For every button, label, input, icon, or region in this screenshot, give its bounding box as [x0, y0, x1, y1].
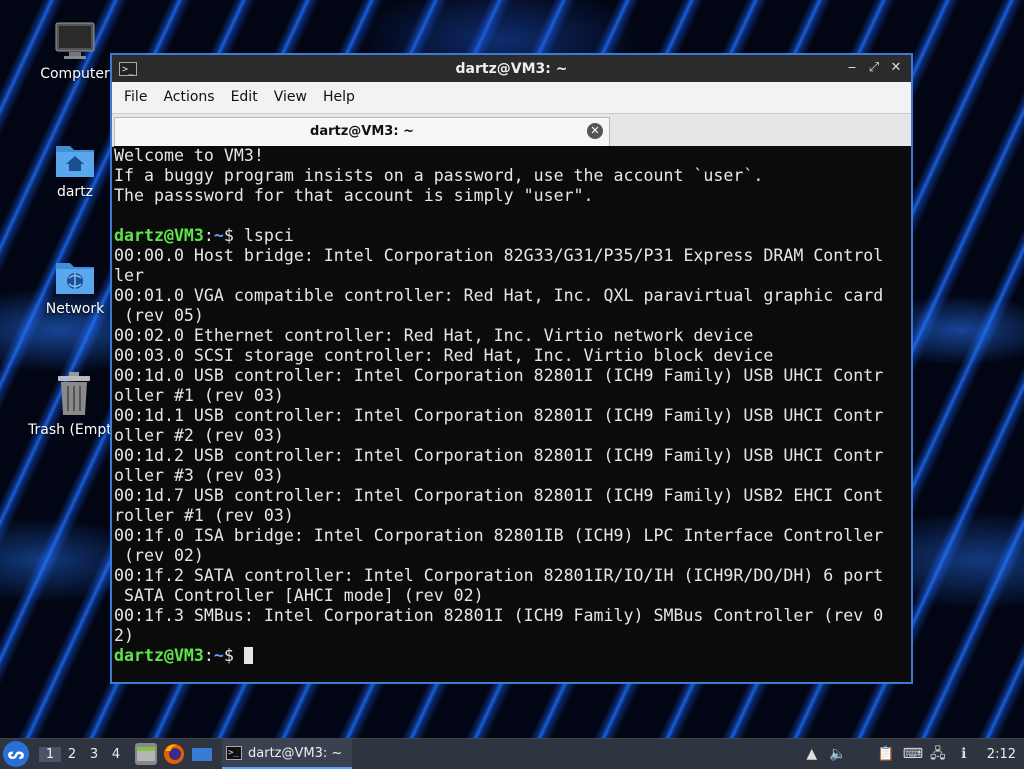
firefox-icon[interactable] [163, 743, 185, 765]
terminal-app-icon: >_ [119, 61, 137, 76]
prompt-sep: : [203, 646, 214, 665]
output-line: 00:03.0 SCSI storage controller: Red Hat… [114, 346, 774, 365]
tab-bar: dartz@VM3: ~ ✕ [112, 114, 911, 147]
workspace-2[interactable]: 2 [61, 747, 83, 762]
output-line: 00:1f.0 ISA bridge: Intel Corporation 82… [114, 526, 884, 545]
prompt-user: dartz@VM3 [114, 226, 204, 245]
prompt-sep: : [203, 226, 214, 245]
welcome-line: The passsword for that account is simply… [114, 186, 594, 205]
file-manager-icon[interactable] [135, 743, 157, 765]
output-line: 00:1d.1 USB controller: Intel Corporatio… [114, 406, 884, 425]
task-label: dartz@VM3: ~ [248, 745, 343, 761]
prompt-dollar: $ [223, 646, 244, 665]
output-line: (rev 02) [114, 546, 204, 565]
terminal-icon: >_ [226, 746, 242, 760]
output-line: roller #1 (rev 03) [114, 506, 294, 525]
output-line: 00:1d.0 USB controller: Intel Corporatio… [114, 366, 884, 385]
volume-icon[interactable]: 🔈 [829, 745, 847, 763]
terminal-output[interactable]: Welcome to VM3! If a buggy program insis… [114, 146, 911, 682]
tab-label: dartz@VM3: ~ [310, 124, 414, 139]
maximize-button[interactable]: ⤢ [865, 59, 883, 77]
output-line: oller #3 (rev 03) [114, 466, 284, 485]
keyboard-icon[interactable]: ⌨ [903, 745, 923, 763]
window-titlebar[interactable]: >_ dartz@VM3: ~ ‒ ⤢ ✕ [112, 55, 911, 82]
menu-view[interactable]: View [266, 82, 315, 113]
menu-file[interactable]: File [116, 82, 155, 113]
update-notifier-icon[interactable]: ℹ [955, 745, 973, 763]
taskbar: ᔕ 1 2 3 4 >_ dartz@VM3: ~ ▲ 🔈 📋 ⌨ 🖧 ℹ 2:… [0, 738, 1024, 769]
output-line: SATA Controller [AHCI mode] (rev 02) [114, 586, 484, 605]
output-line: 00:1d.2 USB controller: Intel Corporatio… [114, 446, 884, 465]
workspace-3[interactable]: 3 [83, 747, 105, 762]
output-line: 2) [114, 626, 134, 645]
clipboard-icon[interactable]: 📋 [877, 745, 895, 763]
welcome-line: Welcome to VM3! [114, 146, 264, 165]
prompt-dollar: $ [223, 226, 244, 245]
output-line: 00:1f.2 SATA controller: Intel Corporati… [114, 566, 884, 585]
menu-help[interactable]: Help [315, 82, 363, 113]
command-text: lspci [243, 226, 294, 245]
show-desktop-icon[interactable] [191, 743, 213, 765]
tab-terminal[interactable]: dartz@VM3: ~ ✕ [114, 117, 610, 146]
minimize-button[interactable]: ‒ [843, 59, 861, 77]
network-icon[interactable]: 🖧 [929, 745, 947, 763]
system-tray: ▲ 🔈 📋 ⌨ 🖧 ℹ 2:12 [803, 745, 1024, 763]
output-line: 00:01.0 VGA compatible controller: Red H… [114, 286, 884, 305]
prompt-path: ~ [213, 646, 224, 665]
prompt-user: dartz@VM3 [114, 646, 204, 665]
monitor-icon [55, 22, 95, 60]
output-line: ler [114, 266, 144, 285]
menu-actions[interactable]: Actions [155, 82, 222, 113]
tab-close-icon[interactable]: ✕ [587, 123, 603, 139]
output-line: oller #1 (rev 03) [114, 386, 284, 405]
workspace-4[interactable]: 4 [105, 747, 127, 762]
output-line: (rev 05) [114, 306, 204, 325]
network-folder-icon [55, 257, 95, 295]
workspace-1[interactable]: 1 [39, 746, 61, 762]
menu-edit[interactable]: Edit [223, 82, 266, 113]
output-line: 00:02.0 Ethernet controller: Red Hat, In… [114, 326, 754, 345]
prompt-path: ~ [213, 226, 224, 245]
window-title: dartz@VM3: ~ [455, 60, 568, 77]
output-line: 00:00.0 Host bridge: Intel Corporation 8… [114, 246, 884, 265]
task-button-terminal[interactable]: >_ dartz@VM3: ~ [222, 739, 353, 769]
text-cursor [243, 647, 253, 664]
terminal-window[interactable]: >_ dartz@VM3: ~ ‒ ⤢ ✕ File Actions Edit … [110, 53, 913, 684]
command-line: dartz@VM3:~$ lspci [114, 226, 911, 246]
home-folder-icon [55, 140, 95, 178]
output-line: 00:1d.7 USB controller: Intel Corporatio… [114, 486, 884, 505]
close-button[interactable]: ✕ [887, 59, 905, 77]
tray-arrow-icon[interactable]: ▲ [803, 745, 821, 763]
menubar: File Actions Edit View Help [112, 82, 911, 114]
clock[interactable]: 2:12 [987, 747, 1016, 762]
output-line: 00:1f.3 SMBus: Intel Corporation 82801I … [114, 606, 884, 625]
trash-icon [54, 372, 94, 416]
welcome-line: If a buggy program insists on a password… [114, 166, 764, 185]
output-line: oller #2 (rev 03) [114, 426, 284, 445]
prompt-line: dartz@VM3:~$ [114, 646, 911, 666]
lubuntu-logo-icon[interactable]: ᔕ [3, 741, 29, 767]
